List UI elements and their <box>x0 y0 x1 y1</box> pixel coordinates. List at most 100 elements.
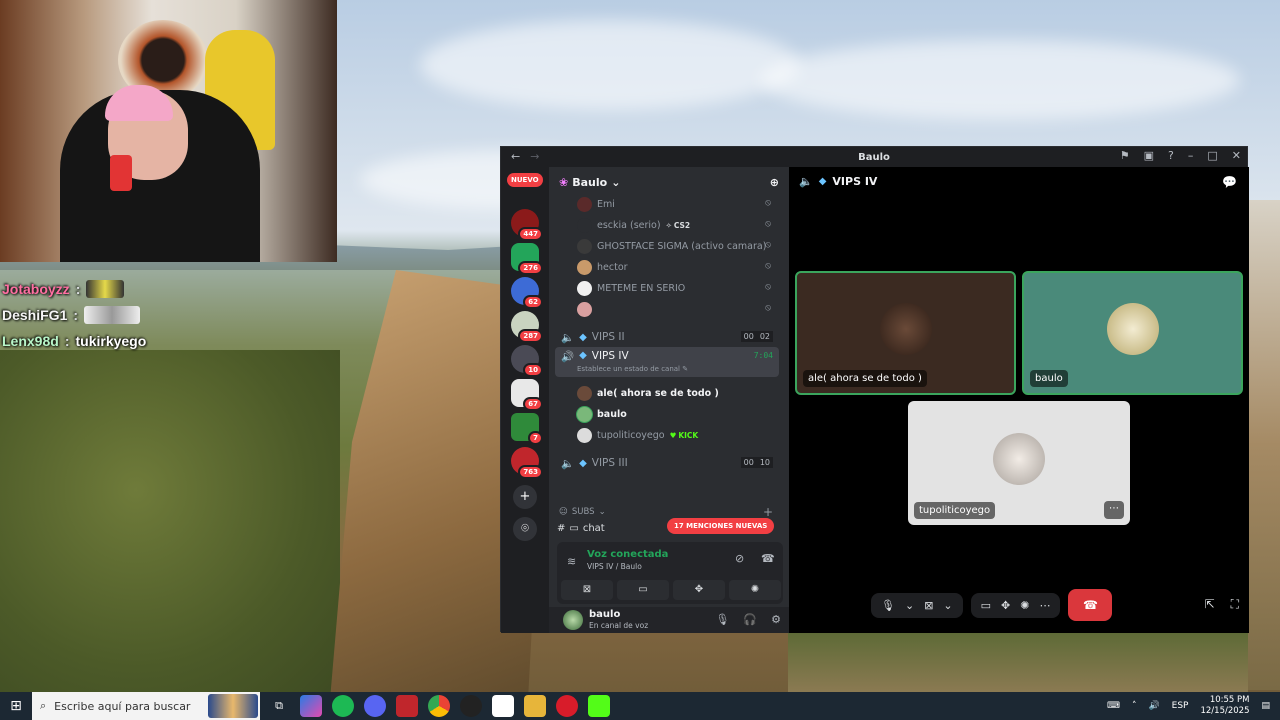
voice-member[interactable]: tupoliticoyego ♥ KICK <box>577 425 777 445</box>
add-server-button[interactable]: + <box>513 485 537 509</box>
server-sidebar: NUEVO 447 276 62 287 10 67 7 763 + ⌾ <box>501 167 549 633</box>
chevron-up-icon[interactable]: ˄ <box>1132 701 1137 711</box>
signal-icon[interactable]: ≋ <box>567 555 576 568</box>
search-highlight-image <box>208 694 258 718</box>
chevron-down-icon[interactable]: ⌄ <box>943 599 952 612</box>
voice-member[interactable]: esckia (serio) ✧ CS2 ⦸ <box>577 215 777 235</box>
screen-share-icon[interactable]: ▭ <box>981 599 991 612</box>
voice-active-icon: 🔊 <box>561 351 575 363</box>
channel-name: VIPS II <box>591 331 625 343</box>
avatar <box>577 301 592 317</box>
stream-chat-overlay: Jotaboyzz: DeshiFG1: Lenx98d: tukirkyego <box>2 276 146 354</box>
participant-tile[interactable]: baulo <box>1022 271 1243 395</box>
server-icon[interactable]: 62 <box>511 277 543 309</box>
new-mentions-pill[interactable]: 17 MENCIONES NUEVAS <box>667 518 775 534</box>
minimize-button[interactable]: – <box>1188 149 1194 162</box>
camera-off-icon[interactable]: ⊠ <box>924 599 933 612</box>
server-icon[interactable]: 763 <box>511 447 543 479</box>
diamond-icon: ◆ <box>818 176 827 187</box>
disconnect-icon[interactable]: ☎ <box>761 552 775 565</box>
voice-member[interactable]: hector ⦸ <box>577 257 777 277</box>
more-icon[interactable]: ⋯ <box>1039 599 1050 612</box>
voice-member[interactable]: Emi ⦸ <box>577 194 777 214</box>
voice-member[interactable]: GHOSTFACE SIGMA (activo camara) ⦸ <box>577 236 777 256</box>
flag-icon[interactable]: ⚑ <box>1120 149 1130 162</box>
soundboard-icon[interactable]: ✺ <box>1020 599 1029 612</box>
clock-date: 12/15/2025 <box>1200 706 1250 716</box>
file-explorer-icon[interactable] <box>524 695 546 717</box>
participant-tile[interactable]: ale( ahora se de todo ) <box>795 271 1016 395</box>
popout-icon[interactable]: ⇱ <box>1205 597 1215 612</box>
activities-icon[interactable]: ✥ <box>1001 599 1010 612</box>
system-tray: ⌨ ˄ 🔊 ESP 10:55 PM 12/15/2025 ▤ <box>1107 692 1270 720</box>
cloud <box>420 20 800 110</box>
participant-tile[interactable]: tupoliticoyego ⋯ <box>908 401 1130 525</box>
close-button[interactable]: ✕ <box>1232 149 1241 162</box>
server-icon[interactable]: 67 <box>511 379 543 411</box>
voice-channel-vips-iv[interactable]: 🔊 ◆ VIPS IV 7:04 Establece un estado de … <box>555 347 779 377</box>
server-header[interactable]: ❀ Baulo ⌄ ⊕ <box>549 167 789 197</box>
gear-icon[interactable]: ⚙ <box>771 613 781 626</box>
chrome-icon[interactable] <box>428 695 450 717</box>
invite-icon[interactable]: ⊕ <box>770 176 779 189</box>
add-channel-icon[interactable]: + <box>763 505 773 519</box>
clock[interactable]: 10:55 PM 12/15/2025 <box>1200 695 1249 717</box>
text-channel-chat[interactable]: # ▭ chat <box>557 523 605 534</box>
opera-icon[interactable] <box>556 695 578 717</box>
voice-channel-vips-iii[interactable]: 🔈 ◆ VIPS III 00 10 <box>555 452 779 474</box>
voice-member[interactable]: ⦸ <box>577 299 777 319</box>
task-view-icon[interactable]: ⧉ <box>268 695 290 717</box>
voice-member[interactable]: ale( ahora se de todo ) <box>577 383 777 403</box>
emote-image <box>86 280 125 298</box>
keyboard-icon[interactable]: ⌨ <box>1107 701 1120 711</box>
discord-icon[interactable] <box>364 695 386 717</box>
voice-status-subtitle[interactable]: VIPS IV / Baulo <box>587 562 642 571</box>
chat-bubble-icon[interactable]: 💬 <box>1222 175 1237 189</box>
maximize-button[interactable]: □ <box>1207 149 1217 162</box>
server-icon[interactable]: 287 <box>511 311 543 343</box>
voice-member[interactable]: baulo <box>577 404 777 424</box>
voice-channel-vips-ii[interactable]: 🔈 ◆ VIPS II 00 02 <box>555 326 779 348</box>
screen-icon[interactable]: ▣ <box>1144 149 1154 162</box>
chevron-down-icon[interactable]: ⌄ <box>905 599 914 612</box>
headphones-icon[interactable]: 🎧 <box>743 613 757 626</box>
muted-mic-icon: ⦸ <box>765 240 771 250</box>
member-name: METEME EN SERIO <box>597 282 686 294</box>
server-icon[interactable]: 276 <box>511 243 543 275</box>
microphone-icon[interactable]: 🎙 <box>881 599 895 612</box>
hang-up-button[interactable]: ☎ <box>1068 589 1113 621</box>
voice-member[interactable]: METEME EN SERIO ⦸ <box>577 278 777 298</box>
speaker-icon[interactable]: 🔊 <box>1148 701 1159 711</box>
camera-off-button[interactable]: ⊠ <box>561 580 613 600</box>
server-icon[interactable]: 447 <box>511 209 543 241</box>
notifications-icon[interactable]: ▤ <box>1261 701 1270 711</box>
spotify-icon[interactable] <box>332 695 354 717</box>
steam-icon[interactable] <box>460 695 482 717</box>
obs-icon[interactable] <box>492 695 514 717</box>
server-icon[interactable]: 10 <box>511 345 543 377</box>
chat-username: Jotaboyzz <box>2 281 70 297</box>
activities-button[interactable]: ✥ <box>673 580 725 600</box>
microphone-icon[interactable]: 🎙 <box>715 613 729 626</box>
explore-icon[interactable]: ⌾ <box>513 517 537 541</box>
screen-share-button[interactable]: ▭ <box>617 580 669 600</box>
avatar <box>577 259 592 275</box>
stage-header: 🔈 ◆ VIPS IV <box>799 175 877 188</box>
avatar[interactable] <box>563 610 583 630</box>
channel-status-hint[interactable]: Establece un estado de canal ✎ <box>577 365 688 373</box>
kick-icon[interactable] <box>588 695 610 717</box>
windows-start-icon[interactable]: ⊞ <box>0 698 32 714</box>
noise-suppression-icon[interactable]: ⊘ <box>735 552 744 565</box>
category-subs[interactable]: ☺ SUBS ⌄ + <box>559 505 779 519</box>
language-indicator[interactable]: ESP <box>1172 701 1189 711</box>
soundboard-button[interactable]: ✺ <box>729 580 781 600</box>
more-options-icon[interactable]: ⋯ <box>1104 501 1124 519</box>
help-icon[interactable]: ? <box>1168 149 1174 162</box>
server-icon[interactable]: 7 <box>511 413 543 445</box>
video-app-icon[interactable] <box>396 695 418 717</box>
webcam-feed <box>0 0 337 262</box>
muted-mic-icon: ⦸ <box>765 219 771 229</box>
taskbar-search[interactable]: ⌕ Escribe aquí para buscar <box>32 692 260 720</box>
copilot-icon[interactable] <box>300 695 322 717</box>
fullscreen-icon[interactable]: ⛶ <box>1231 597 1239 612</box>
